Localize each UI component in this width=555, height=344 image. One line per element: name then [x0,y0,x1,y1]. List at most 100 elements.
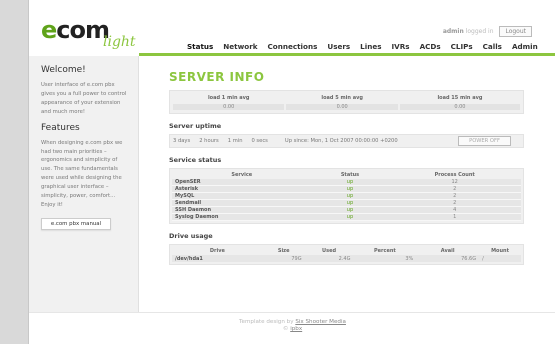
load-value-1: 0.00 [172,103,286,111]
logo-wordmark: ecom [41,16,110,44]
drv-used: 2.4G [304,255,354,262]
table-row: Sendmail up 2 [172,200,521,207]
drives-box: Drive Size Used Percent Avail Mount /dev… [169,244,524,265]
load-header-5: load 5 min avg [321,95,363,101]
svc-status: up [311,193,389,200]
designer-link[interactable]: Six Shooter Media [295,319,346,325]
uptime-secs: 0 secs [251,138,268,144]
logo-subtitle: light [103,34,136,50]
logo: ecom light [41,10,141,50]
svc-count: 1 [388,214,521,221]
nav-lines[interactable]: Lines [360,42,381,51]
uptime-mins: 1 min [227,138,243,144]
footer: Template design by Six Shooter Media © i… [29,312,555,344]
svc-header-count: Process Count [434,172,475,178]
nav-status[interactable]: Status [187,42,213,51]
copyright-symbol: © [282,326,289,332]
services-title: Service status [169,156,222,164]
svc-status: up [311,207,389,214]
nav-underline [139,53,555,56]
svc-name: Syslog Daemon [172,214,312,221]
username: admin [442,28,464,35]
load-header-15: load 15 min avg [437,95,483,101]
svc-count: 2 [388,200,521,207]
svc-count: 2 [388,193,521,200]
footer-copyright: © ipbx [29,326,555,333]
svc-count: 2 [388,186,521,193]
drv-header-percent: Percent [373,248,396,254]
svc-count: 4 [388,207,521,214]
services-box: Service Status Process Count OpenSER up … [169,168,524,224]
drives-title: Drive usage [169,232,213,240]
nav-users[interactable]: Users [327,42,350,51]
load-header-1: load 1 min avg [207,95,250,101]
main-content: SERVER INFO load 1 min avg load 5 min av… [169,70,524,265]
drv-percent: 3% [353,255,417,262]
features-title: Features [41,122,80,133]
drv-header-mount: Mount [491,248,509,254]
table-row: OpenSER up 12 [172,179,521,186]
svc-status: up [311,179,389,186]
uptime-days: 3 days [173,138,191,144]
table-row: SSH Daemon up 4 [172,207,521,214]
services-table: Service Status Process Count OpenSER up … [172,171,521,221]
header: ecom light admin logged in Logout Status… [29,0,555,56]
welcome-title: Welcome! [41,65,86,75]
sidebar: Welcome! User interface of e.com pbx giv… [29,56,139,312]
load-value-15: 0.00 [398,103,521,111]
table-row: MySQL up 2 [172,193,521,200]
table-row: /dev/hda1 79G 2.4G 3% 76.6G / [172,255,521,262]
svc-name: MySQL [172,193,312,200]
nav-clips[interactable]: CLIPs [451,42,473,51]
drv-mount: / [479,255,521,262]
svc-status: up [311,200,389,207]
uptime-box: 3 days 2 hours 1 min 0 secs Up since: Mo… [169,134,524,148]
logo-rest: com [56,16,110,44]
drv-avail: 76.6G [416,255,480,262]
uptime-since: Up since: Mon, 1 Oct 2007 00:00:00 +0200 [284,138,398,144]
svc-status: up [311,214,389,221]
load-box: load 1 min avg load 5 min avg load 15 mi… [169,90,524,114]
uptime-hours: 2 hours [199,138,219,144]
table-row: Syslog Daemon up 1 [172,214,521,221]
user-box: admin logged in Logout [443,26,532,37]
drv-header-avail: Avail [440,248,455,254]
power-off-button[interactable]: POWER OFF [458,136,511,146]
uptime-title: Server uptime [169,122,222,130]
load-table: load 1 min avg load 5 min avg load 15 mi… [172,93,521,111]
nav-acds[interactable]: ACDs [420,42,441,51]
svc-name: Sendmail [172,200,312,207]
page: ecom light admin logged in Logout Status… [28,0,555,344]
footer-credit: Template design by Six Shooter Media [29,319,555,326]
drv-header-used: Used [322,248,337,254]
svc-status: up [311,186,389,193]
main-nav: Status Network Connections Users Lines I… [187,42,538,51]
svc-name: SSH Daemon [172,207,312,214]
svc-count: 12 [388,179,521,186]
svc-header-status: Status [340,172,360,178]
company-link[interactable]: ipbx [290,326,302,332]
drives-table: Drive Size Used Percent Avail Mount /dev… [172,247,521,262]
logout-button[interactable]: Logout [499,26,532,37]
svc-header-service: Service [231,172,253,178]
nav-connections[interactable]: Connections [268,42,318,51]
nav-ivrs[interactable]: IVRs [392,42,410,51]
drv-name: /dev/hda1 [172,255,263,262]
logo-prefix: e [41,16,57,44]
table-row: Asterisk up 2 [172,186,521,193]
svc-name: OpenSER [172,179,312,186]
nav-network[interactable]: Network [223,42,257,51]
logged-in-text: logged in [465,28,494,35]
load-value-5: 0.00 [285,103,399,111]
drv-header-drive: Drive [209,248,225,254]
nav-admin[interactable]: Admin [512,42,538,51]
manual-button[interactable]: e.com pbx manual [41,217,111,230]
drv-header-size: Size [277,248,290,254]
svc-name: Asterisk [172,186,312,193]
welcome-text: User interface of e.com pbx gives you a … [41,82,127,115]
page-title: SERVER INFO [169,70,265,84]
drv-size: 79G [262,255,305,262]
features-text: When designing e.com pbx we had two main… [41,139,123,208]
footer-prefix: Template design by [239,319,294,325]
nav-calls[interactable]: Calls [483,42,502,51]
